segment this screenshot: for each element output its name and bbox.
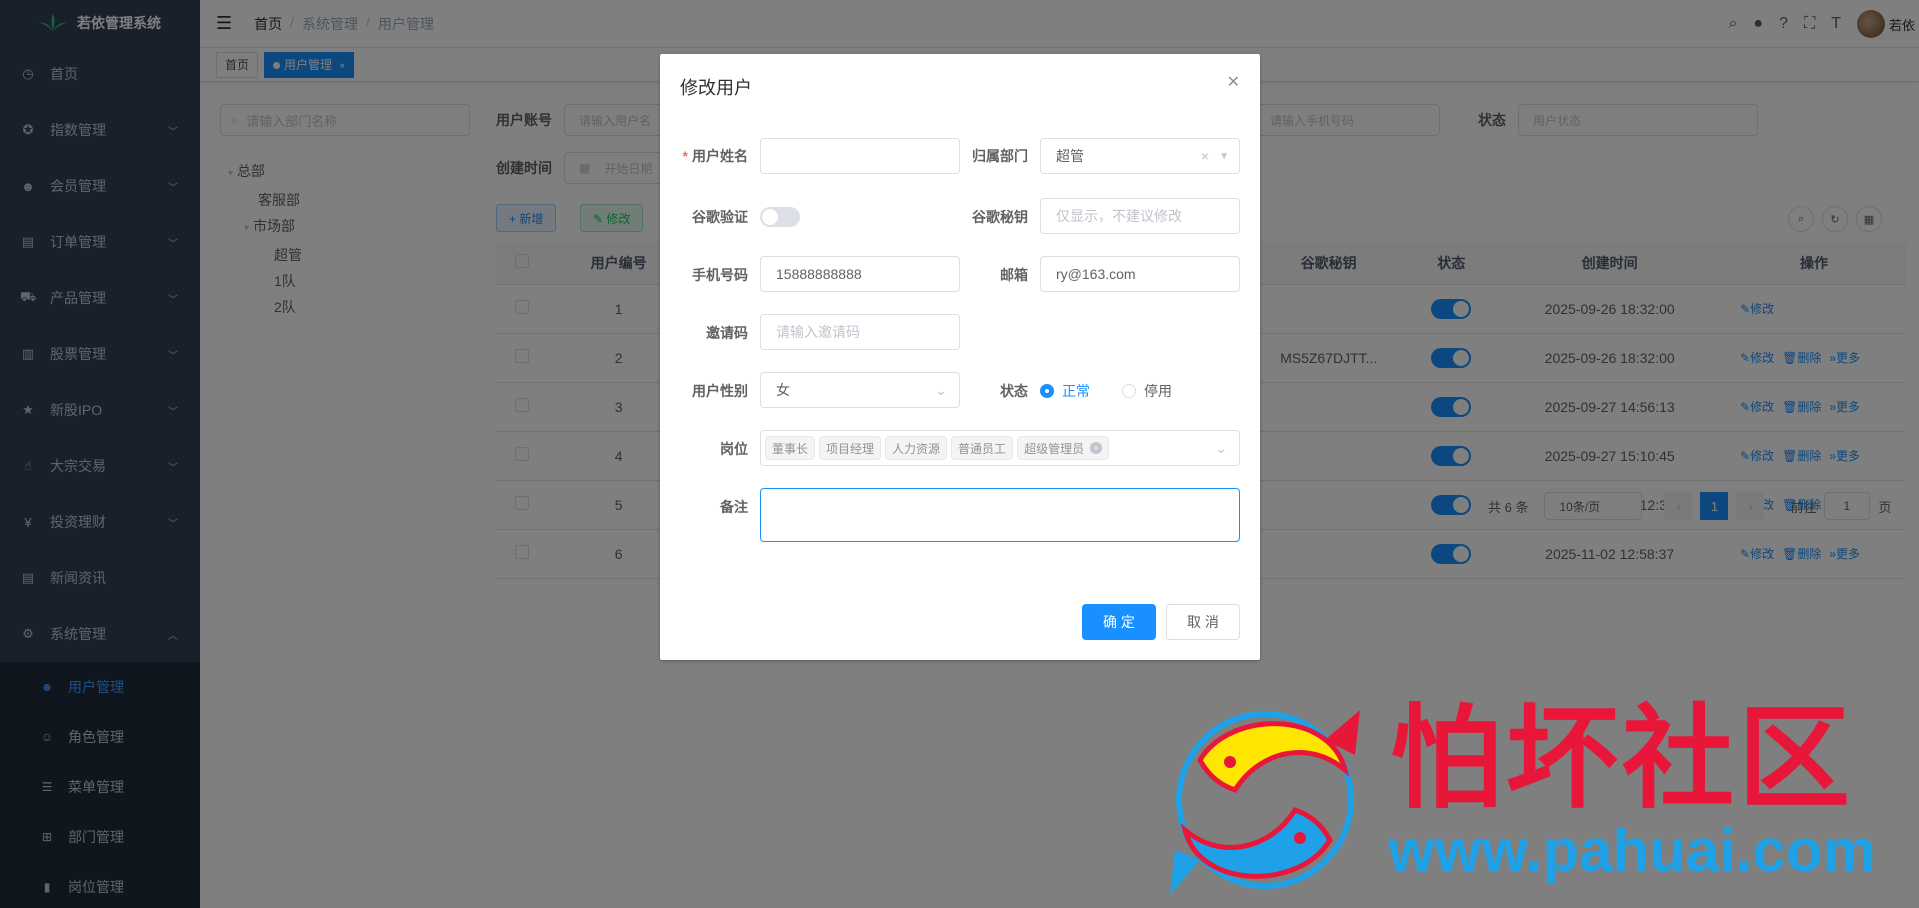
- google-verify-label: 谷歌验证: [692, 209, 748, 225]
- post-tag: 董事长: [765, 436, 816, 460]
- fish-logo: [1170, 710, 1360, 895]
- watermark-url: www.pahuai.com: [1388, 817, 1876, 884]
- remark-textarea[interactable]: [760, 488, 1240, 542]
- dialog-title: 修改用户: [680, 78, 752, 98]
- status-option-label: 正常: [1062, 383, 1090, 399]
- invite-label: 邀请码: [706, 325, 748, 341]
- invite-input[interactable]: 请输入邀请码: [760, 314, 960, 350]
- post-tag: 项目经理: [819, 436, 882, 460]
- dept-label: 归属部门: [972, 148, 1028, 164]
- post-tag-label: 普通员工: [958, 441, 1007, 456]
- google-verify-switch[interactable]: [760, 207, 800, 227]
- google-secret-label: 谷歌秘钥: [972, 209, 1028, 225]
- gender-label: 用户性别: [692, 383, 748, 399]
- dept-value: 超管: [1056, 148, 1084, 164]
- post-tag-label: 项目经理: [826, 441, 875, 456]
- phone-input[interactable]: 15888888888: [760, 256, 960, 292]
- post-tag-label: 董事长: [772, 441, 809, 456]
- post-tags: 董事长 项目经理 人力资源 普通员工 超级管理员 ×: [765, 436, 1110, 460]
- dept-select[interactable]: 超管 × ▼: [1040, 138, 1240, 174]
- gender-select[interactable]: 女 ⌄: [760, 372, 960, 408]
- clear-icon[interactable]: ×: [1201, 148, 1209, 164]
- radio-dot: [1040, 384, 1054, 398]
- radio-dot: [1122, 384, 1136, 398]
- watermark: 怕坏社区 www.pahuai.com: [1160, 700, 1900, 900]
- email-input[interactable]: ry@163.com: [1040, 256, 1240, 292]
- phone-label: 手机号码: [692, 267, 748, 283]
- status-option-label: 停用: [1144, 383, 1172, 399]
- confirm-button[interactable]: 确 定: [1082, 604, 1156, 640]
- edit-user-dialog: 修改用户 ✕ * 用户姓名 归属部门 超管 × ▼ 谷歌验证 谷歌秘钥 仅显示，不…: [660, 54, 1260, 660]
- google-secret-input[interactable]: 仅显示，不建议修改: [1040, 198, 1240, 234]
- email-label: 邮箱: [1000, 267, 1028, 283]
- post-tag: 普通员工: [951, 436, 1014, 460]
- post-tag: 人力资源: [885, 436, 948, 460]
- nickname-input[interactable]: [760, 138, 960, 174]
- status-radio-normal[interactable]: 正常: [1040, 381, 1090, 401]
- watermark-text: 怕坏社区: [1390, 698, 1854, 822]
- nickname-label: * 用户姓名: [680, 146, 748, 166]
- cancel-button[interactable]: 取 消: [1166, 604, 1240, 640]
- required-mark: *: [682, 148, 688, 164]
- close-icon[interactable]: ×: [1090, 442, 1103, 454]
- gender-value: 女: [776, 382, 790, 398]
- chevron-down-icon: ⌄: [1215, 439, 1227, 456]
- status-label: 状态: [1000, 383, 1028, 399]
- chevron-down-icon: ⌄: [935, 381, 947, 398]
- remark-label: 备注: [720, 499, 748, 515]
- nickname-label-text: 用户姓名: [692, 148, 748, 164]
- post-tag: 超级管理员 ×: [1017, 436, 1110, 460]
- post-label: 岗位: [720, 441, 748, 457]
- status-radio-disabled[interactable]: 停用: [1122, 381, 1172, 401]
- caret-down-icon: ▼: [1219, 150, 1229, 162]
- post-select[interactable]: 董事长 项目经理 人力资源 普通员工 超级管理员 × ⌄: [760, 430, 1240, 466]
- post-tag-label: 人力资源: [892, 441, 941, 456]
- post-tag-label: 超级管理员: [1024, 441, 1085, 456]
- close-icon[interactable]: ✕: [1227, 72, 1240, 92]
